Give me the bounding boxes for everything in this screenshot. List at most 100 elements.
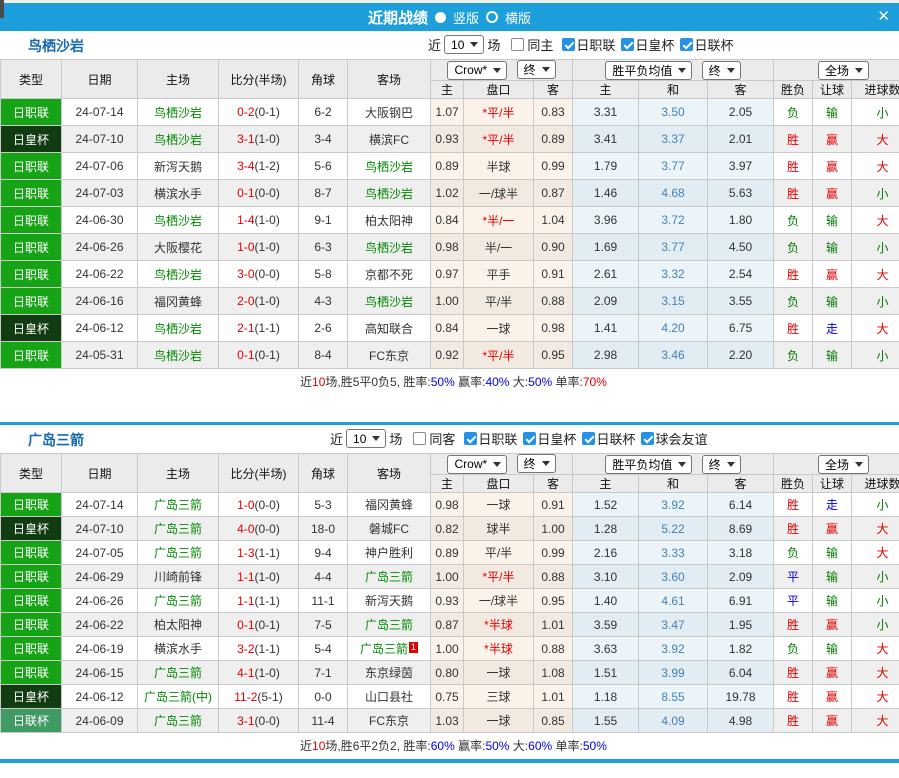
vertical-layout-label[interactable]: 竖版	[453, 8, 479, 27]
avg-draw-odds: 4.68	[639, 180, 708, 207]
away-odds: 0.88	[534, 637, 573, 661]
same-venue-checkbox[interactable]	[511, 38, 524, 51]
avg-home-odds: 2.61	[573, 261, 639, 288]
summary-segment: 50%	[431, 375, 455, 389]
halftime-score: (1-1)	[255, 642, 280, 656]
halftime-score: (1-1)	[255, 594, 280, 608]
checkbox-checked-icon[interactable]	[621, 38, 634, 51]
league-filter-item[interactable]: 日皇杯	[523, 429, 576, 448]
goals-result: 小	[852, 342, 899, 369]
avg-odds-select[interactable]: 胜平负均值	[605, 455, 692, 474]
match-score: 3-1(1-0)	[219, 126, 299, 153]
home-odds: 0.75	[431, 685, 464, 709]
match-result: 负	[774, 541, 813, 565]
handicap-result: 输	[813, 342, 852, 369]
league-badge: 日职联	[1, 541, 62, 565]
league-badge: 日职联	[1, 261, 62, 288]
goals-result: 小	[852, 234, 899, 261]
league-filter-item[interactable]: 日皇杯	[621, 35, 674, 54]
vertical-layout-radio[interactable]	[435, 12, 446, 23]
handicap-result: 赢	[813, 661, 852, 685]
goals-result: 大	[852, 126, 899, 153]
match-history-table: 类型 日期 主场 比分(半场) 角球 客场 Crow* 终 胜平负均值 终 全场	[0, 453, 899, 733]
handicap-result: 输	[813, 288, 852, 315]
away-team: 新泻天鹅	[348, 589, 431, 613]
corner-score: 5-4	[299, 637, 348, 661]
fulltime-select[interactable]: 全场	[818, 455, 869, 474]
away-team-section: 广岛三箭 近 10 场 同客 日职联日皇杯日联杯球会友谊 类型 日期 主场 比分	[0, 422, 899, 759]
handicap-result: 赢	[813, 261, 852, 288]
checkbox-checked-icon[interactable]	[562, 38, 575, 51]
avg-draw-odds: 4.61	[639, 589, 708, 613]
league-filter-item[interactable]: 日职联	[562, 35, 615, 54]
match-row: 日职联24-07-06新泻天鹅3-4(1-2)5-6鸟栖沙岩0.89半球0.99…	[1, 153, 899, 180]
handicap-result: 赢	[813, 613, 852, 637]
handicap-result: 输	[813, 541, 852, 565]
avg-home-odds: 3.10	[573, 565, 639, 589]
close-icon[interactable]: ✕	[877, 8, 890, 26]
fulltime-score: 11-2	[234, 690, 257, 704]
avg-away-odds: 6.75	[708, 315, 774, 342]
avg-draw-odds: 8.55	[639, 685, 708, 709]
league-badge: 日职联	[1, 234, 62, 261]
match-score: 0-1(0-1)	[219, 342, 299, 369]
sub-col-away-odds: 客	[534, 475, 573, 493]
halftime-score: (0-1)	[255, 105, 280, 119]
fulltime-select[interactable]: 全场	[818, 61, 869, 80]
final-odds-select[interactable]: 终	[517, 454, 556, 473]
avg-draw-odds: 3.72	[639, 207, 708, 234]
away-team: 鸟栖沙岩	[348, 234, 431, 261]
handicap-line: *半球	[464, 613, 534, 637]
home-odds: 0.92	[431, 342, 464, 369]
fulltime-score: 2-1	[237, 321, 254, 335]
checkbox-checked-icon[interactable]	[464, 432, 477, 445]
checkbox-checked-icon[interactable]	[641, 432, 654, 445]
fulltime-score: 1-4	[237, 213, 254, 227]
checkbox-checked-icon[interactable]	[582, 432, 595, 445]
match-date: 24-06-26	[62, 589, 138, 613]
away-team: 福冈黄蜂	[348, 493, 431, 517]
sub-col-goals: 进球数	[852, 81, 899, 99]
final-odds-select[interactable]: 终	[517, 60, 556, 79]
final-avg-select[interactable]: 终	[702, 455, 741, 474]
checkbox-checked-icon[interactable]	[680, 38, 693, 51]
avg-away-odds: 2.01	[708, 126, 774, 153]
away-odds: 0.99	[534, 541, 573, 565]
match-date: 24-06-16	[62, 288, 138, 315]
fulltime-value: 全场	[825, 62, 849, 79]
halftime-score: (0-0)	[255, 267, 280, 281]
final-avg-select[interactable]: 终	[702, 61, 741, 80]
match-score: 2-0(1-0)	[219, 288, 299, 315]
handicap-result: 赢	[813, 685, 852, 709]
bookmaker-select[interactable]: Crow*	[447, 61, 507, 80]
home-team: 鸟栖沙岩	[138, 261, 219, 288]
checkbox-checked-icon[interactable]	[523, 432, 536, 445]
handicap-result: 输	[813, 207, 852, 234]
away-team: 鸟栖沙岩	[348, 180, 431, 207]
league-filter-item[interactable]: 日职联	[464, 429, 517, 448]
horizontal-layout-radio[interactable]	[486, 11, 498, 23]
match-count-select[interactable]: 10	[346, 429, 386, 448]
corner-score: 18-0	[299, 517, 348, 541]
horizontal-layout-label[interactable]: 横版	[505, 8, 531, 27]
summary-segment: 单率:	[552, 739, 583, 753]
match-result: 胜	[774, 261, 813, 288]
bookmaker-value: Crow*	[454, 63, 487, 77]
sub-col-home-odds: 主	[431, 81, 464, 99]
league-filter-item[interactable]: 日联杯	[582, 429, 635, 448]
league-filter-label: 日皇杯	[537, 429, 576, 448]
match-score: 3-0(0-0)	[219, 261, 299, 288]
same-venue-checkbox[interactable]	[413, 432, 426, 445]
league-badge: 日职联	[1, 207, 62, 234]
league-filter-label: 日职联	[576, 35, 615, 54]
match-row: 日职联24-07-14广岛三箭1-0(0-0)5-3福冈黄蜂0.98一球0.91…	[1, 493, 899, 517]
bookmaker-select[interactable]: Crow*	[447, 455, 507, 474]
away-team: 鸟栖沙岩	[348, 288, 431, 315]
league-filter-item[interactable]: 球会友谊	[641, 429, 707, 448]
match-count-select[interactable]: 10	[444, 35, 484, 54]
match-date: 24-06-19	[62, 637, 138, 661]
avg-home-odds: 1.79	[573, 153, 639, 180]
avg-odds-select[interactable]: 胜平负均值	[605, 61, 692, 80]
match-row: 日职联24-07-14鸟栖沙岩0-2(0-1)6-2大阪钢巴1.07*平/半0.…	[1, 99, 899, 126]
league-filter-item[interactable]: 日联杯	[680, 35, 733, 54]
